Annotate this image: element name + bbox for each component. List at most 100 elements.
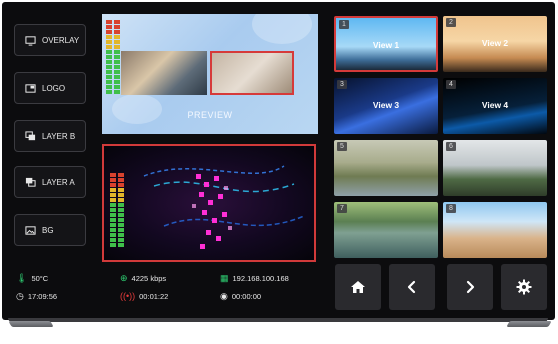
live-status: ((•)) 00:01:22: [120, 292, 169, 302]
meter-channel: [114, 20, 120, 94]
program-audio-meter: [110, 173, 124, 247]
meter-segment: [110, 218, 116, 222]
meter-segment: [106, 75, 112, 79]
program-monitor[interactable]: [102, 144, 316, 262]
view-tile-6[interactable]: 6: [443, 140, 547, 196]
image-icon: [25, 225, 36, 235]
meter-segment: [118, 178, 124, 182]
ip-status: ▦ 192.168.100.168: [220, 273, 289, 284]
meter-segment: [118, 238, 124, 242]
meter-segment: [114, 35, 120, 39]
meter-segment: [114, 80, 120, 84]
view-tile-4[interactable]: 4 View 4: [443, 78, 547, 134]
overlay-label: OVERLAY: [42, 35, 80, 45]
view-number: 2: [446, 18, 456, 27]
meter-segment: [106, 50, 112, 54]
overlay-button[interactable]: OVERLAY: [14, 24, 86, 56]
meter-segment: [114, 50, 120, 54]
view-number: 5: [337, 142, 347, 151]
meter-segment: [110, 243, 116, 247]
preview-monitor[interactable]: PREVIEW: [102, 14, 318, 134]
status-bar: 🌡 50°C ⊕ 4225 kbps ▦ 192.168.100.168 ◷ 1…: [10, 266, 320, 308]
meter-segment: [106, 60, 112, 64]
preview-audio-meter: [106, 20, 120, 94]
view-tile-3[interactable]: 3 View 3: [334, 78, 438, 134]
temperature-status: 🌡 50°C: [16, 273, 48, 284]
meter-segment: [118, 203, 124, 207]
logo-window-icon: [25, 83, 36, 93]
program-video-art: [143, 165, 305, 249]
pip-window-selected: [210, 51, 294, 95]
meter-segment: [106, 85, 112, 89]
meter-segment: [118, 208, 124, 212]
meter-segment: [110, 223, 116, 227]
view-label: View 3: [372, 100, 400, 110]
thermometer-icon: 🌡: [16, 273, 28, 283]
view-tile-8[interactable]: 8: [443, 202, 547, 258]
meter-segment: [114, 20, 120, 24]
view-number: 8: [446, 204, 456, 213]
meter-segment: [114, 45, 120, 49]
meter-segment: [114, 40, 120, 44]
live-time-value: 00:01:22: [139, 292, 169, 301]
meter-channel: [110, 173, 116, 247]
view-tile-1[interactable]: 1 View 1: [334, 16, 438, 72]
meter-segment: [110, 208, 116, 212]
logo-button[interactable]: LOGO: [14, 72, 86, 104]
view-tile-2[interactable]: 2 View 2: [443, 16, 547, 72]
meter-segment: [106, 40, 112, 44]
meter-segment: [118, 173, 124, 177]
gear-icon: [516, 279, 532, 295]
chevron-left-icon: [407, 280, 416, 294]
meter-channel: [106, 20, 112, 94]
layer-b-label: LAYER B: [42, 131, 76, 141]
clock-status: ◷ 17:09:56: [16, 291, 57, 302]
meter-segment: [114, 85, 120, 89]
meter-segment: [118, 193, 124, 197]
view-tile-5[interactable]: 5: [334, 140, 438, 196]
meter-segment: [106, 65, 112, 69]
previous-button[interactable]: [389, 264, 435, 310]
view-number: 7: [337, 204, 347, 213]
view-number: 1: [339, 20, 349, 29]
view-tile-7[interactable]: 7: [334, 202, 438, 258]
network-icon: ▦: [220, 273, 229, 283]
pip-window-laptop: [121, 51, 207, 95]
background-texture: [252, 14, 312, 44]
clock-icon: ◷: [16, 291, 24, 301]
layer-a-label: LAYER A: [42, 177, 75, 187]
meter-segment: [118, 218, 124, 222]
meter-segment: [118, 198, 124, 202]
meter-channel: [118, 173, 124, 247]
view-label: View 4: [481, 100, 509, 110]
layer-b-button[interactable]: LAYER B: [14, 120, 86, 152]
meter-segment: [110, 193, 116, 197]
meter-segment: [110, 233, 116, 237]
meter-segment: [106, 55, 112, 59]
settings-button[interactable]: [501, 264, 547, 310]
meter-segment: [106, 30, 112, 34]
bitrate-value: 4225 kbps: [131, 274, 167, 283]
layers-icon: [25, 130, 36, 140]
next-button[interactable]: [447, 264, 493, 310]
meter-segment: [118, 223, 124, 227]
meter-segment: [106, 35, 112, 39]
meter-segment: [106, 25, 112, 29]
meter-segment: [114, 90, 120, 94]
ip-value: 192.168.100.168: [232, 274, 289, 283]
meter-segment: [110, 178, 116, 182]
meter-segment: [106, 80, 112, 84]
monitor-icon: [25, 35, 36, 46]
layers-icon: [25, 177, 36, 187]
home-button[interactable]: [335, 264, 381, 310]
meter-segment: [114, 65, 120, 69]
meter-segment: [118, 188, 124, 192]
bg-button[interactable]: BG: [14, 214, 86, 246]
meter-segment: [110, 188, 116, 192]
layer-a-button[interactable]: LAYER A: [14, 166, 86, 198]
stand-right: [506, 321, 552, 327]
meter-segment: [114, 75, 120, 79]
chevron-right-icon: [466, 280, 475, 294]
meter-segment: [118, 213, 124, 217]
meter-segment: [106, 70, 112, 74]
